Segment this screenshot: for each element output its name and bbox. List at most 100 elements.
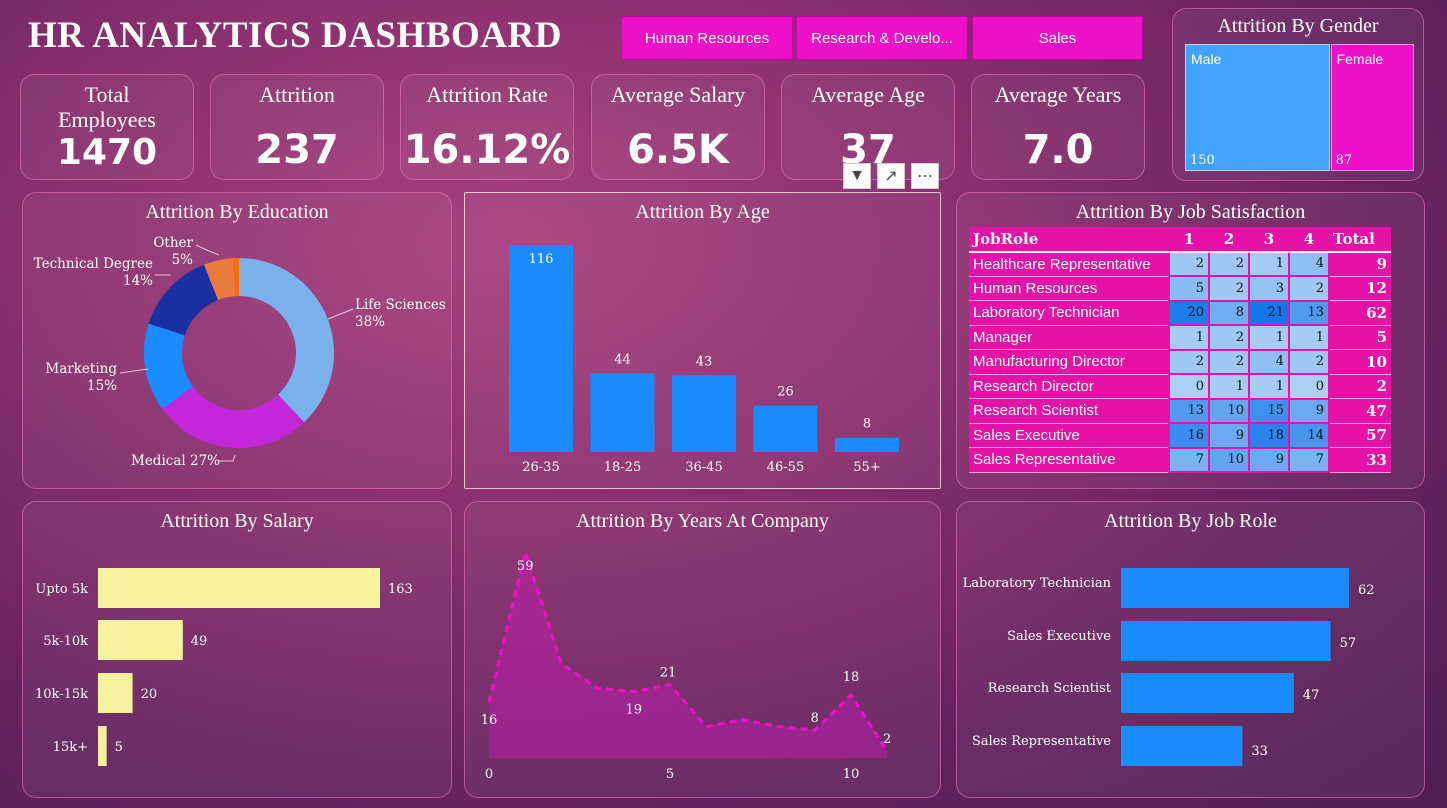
- table-cell-value: 1: [1168, 324, 1210, 351]
- salary-tick-label: Upto 5k: [35, 582, 88, 597]
- years-area-chart: 16 59 19 21 8 18 2 0 5 10: [481, 546, 891, 782]
- years-data-label: 2: [883, 732, 891, 747]
- table-cell-value: 13: [1288, 299, 1330, 326]
- donut-leader-line: [119, 368, 149, 374]
- table-header-cell[interactable]: JobRole: [969, 227, 1169, 253]
- table-cell-value: 1: [1248, 324, 1290, 351]
- job-role-bar-value: 33: [1251, 744, 1268, 759]
- donut-leader-line: [219, 454, 236, 462]
- years-data-label: 18: [843, 670, 860, 685]
- kpi-value: 237: [255, 127, 339, 173]
- job-satisfaction-table: JobRole 1 2 3 4 Total Healthcare Representati…: [969, 227, 1391, 473]
- donut-label-value: 15%: [87, 378, 117, 394]
- kpi-label: Average Salary: [610, 82, 746, 107]
- job-satisfaction-panel: Attrition By Job Satisfaction JobRole 1 2 3…: [956, 192, 1425, 489]
- kpi-value: 7.0: [1022, 127, 1094, 173]
- dept-button-human-resources[interactable]: Human Resources: [621, 16, 793, 60]
- donut-label: Life Sciences: [355, 297, 446, 313]
- age-tick-label: 26-35: [522, 460, 559, 475]
- table-cell-total: 12: [1329, 276, 1391, 301]
- gender-treemap: Male 150 Female 87: [1185, 44, 1415, 171]
- table-cell-total: 2: [1329, 374, 1391, 399]
- table-header-cell[interactable]: 1: [1169, 227, 1209, 253]
- treemap-tile-female[interactable]: Female 87: [1330, 44, 1414, 171]
- dept-button-sales[interactable]: Sales: [972, 16, 1143, 60]
- treemap-label: Female: [1336, 51, 1384, 67]
- donut-label-value: 38%: [355, 314, 385, 330]
- job-role-bar: [1121, 726, 1243, 766]
- table-row: Human Resources 5 2 3 2 12: [969, 275, 1391, 302]
- salary-tick-label: 5k-10k: [43, 634, 88, 649]
- table-cell-value: 7: [1168, 446, 1210, 473]
- donut-label: Marketing: [45, 361, 117, 377]
- job-role-bar: [1121, 673, 1294, 713]
- table-cell-value: 4: [1288, 250, 1330, 277]
- age-bar-chart: 116 26-35 44 18-25 43 36-45 26 46-55 8 55+: [509, 245, 899, 475]
- table-cell-total: 33: [1329, 447, 1391, 473]
- table-cell-total: 5: [1329, 325, 1391, 350]
- years-tick-label: 10: [843, 767, 860, 782]
- table-cell-value: 3: [1248, 275, 1290, 302]
- table-cell-value: 9: [1248, 446, 1290, 473]
- visual-header-toolbar: ▼ ↗ ⋯: [843, 163, 939, 189]
- table-header-cell[interactable]: 2: [1209, 227, 1249, 253]
- kpi-attrition-rate: Attrition Rate 16.12%: [400, 74, 574, 180]
- years-data-label: 8: [811, 711, 819, 726]
- age-tick-label: 36-45: [685, 460, 722, 475]
- table-cell-value: 2: [1208, 324, 1250, 351]
- table-header-cell[interactable]: 3: [1249, 227, 1289, 253]
- table-cell-value: 9: [1208, 422, 1250, 449]
- age-tick-label: 55+: [853, 460, 880, 475]
- focus-mode-icon[interactable]: ↗: [877, 163, 905, 189]
- years-panel: Attrition By Years At Company 16 59 19 21 8 1…: [464, 501, 941, 798]
- donut-leader-line: [195, 244, 220, 256]
- job-role-tick-label: Sales Representative: [972, 734, 1111, 749]
- years-area-fill: [489, 552, 888, 758]
- age-bar: [753, 405, 818, 452]
- age-bar-value: 8: [863, 417, 871, 432]
- table-cell-value: 10: [1208, 446, 1250, 473]
- filter-icon[interactable]: ▼: [843, 163, 871, 189]
- table-cell-value: 2: [1288, 275, 1330, 302]
- table-cell-value: 4: [1248, 348, 1290, 375]
- table-cell-value: 9: [1288, 397, 1330, 424]
- dept-button-research-development[interactable]: Research & Develo...: [796, 16, 968, 60]
- salary-bar-value: 163: [388, 582, 413, 597]
- kpi-value: 6.5K: [627, 127, 729, 173]
- years-data-label: 21: [660, 666, 677, 681]
- table-row: Manager 1 2 1 1 5: [969, 324, 1391, 351]
- age-bar: [672, 375, 736, 452]
- table-header-cell[interactable]: 4: [1289, 227, 1329, 253]
- table-row: Research Director 0 1 1 0 2: [969, 373, 1391, 400]
- table-cell-value: 14: [1288, 422, 1330, 449]
- table-cell-value: 2: [1168, 348, 1210, 375]
- age-tick-label: 46-55: [767, 460, 804, 475]
- more-options-icon[interactable]: ⋯: [911, 163, 939, 189]
- table-header-cell[interactable]: Total: [1329, 227, 1391, 253]
- kpi-label: Average Years: [994, 82, 1122, 107]
- kpi-value: 16.12%: [403, 127, 571, 173]
- job-role-bar-value: 47: [1303, 688, 1320, 703]
- table-cell-value: 2: [1288, 348, 1330, 375]
- table-cell-role: Research Scientist: [969, 398, 1169, 424]
- donut-label: Technical Degree: [34, 256, 153, 272]
- table-row: Research Scientist 13 10 15 9 47: [969, 397, 1391, 424]
- donut-slice-life-sciences: [239, 258, 334, 423]
- salary-bar: [98, 568, 380, 608]
- table-cell-value: 21: [1248, 299, 1290, 326]
- age-bar: [509, 245, 573, 452]
- table-cell-value: 18: [1248, 422, 1290, 449]
- gender-panel: Attrition By Gender Male 150 Female 87: [1172, 8, 1424, 181]
- table-cell-total: 47: [1329, 398, 1391, 424]
- job-role-bar-value: 62: [1358, 583, 1375, 598]
- treemap-tile-male[interactable]: Male 150: [1185, 44, 1330, 171]
- table-cell-role: Sales Representative: [969, 447, 1169, 473]
- salary-bar: [98, 620, 183, 660]
- table-cell-value: 1: [1248, 373, 1290, 400]
- dashboard-title: HR ANALYTICS DASHBOARD: [28, 15, 562, 56]
- education-panel: Attrition By Education Life Sciences 38% M…: [22, 192, 452, 489]
- table-cell-value: 2: [1208, 250, 1250, 277]
- salary-bar-chart: Upto 5k 163 5k-10k 49 10k-15k 20 15k+ 5: [35, 568, 413, 766]
- age-bar-value: 43: [696, 354, 713, 369]
- table-cell-value: 2: [1208, 348, 1250, 375]
